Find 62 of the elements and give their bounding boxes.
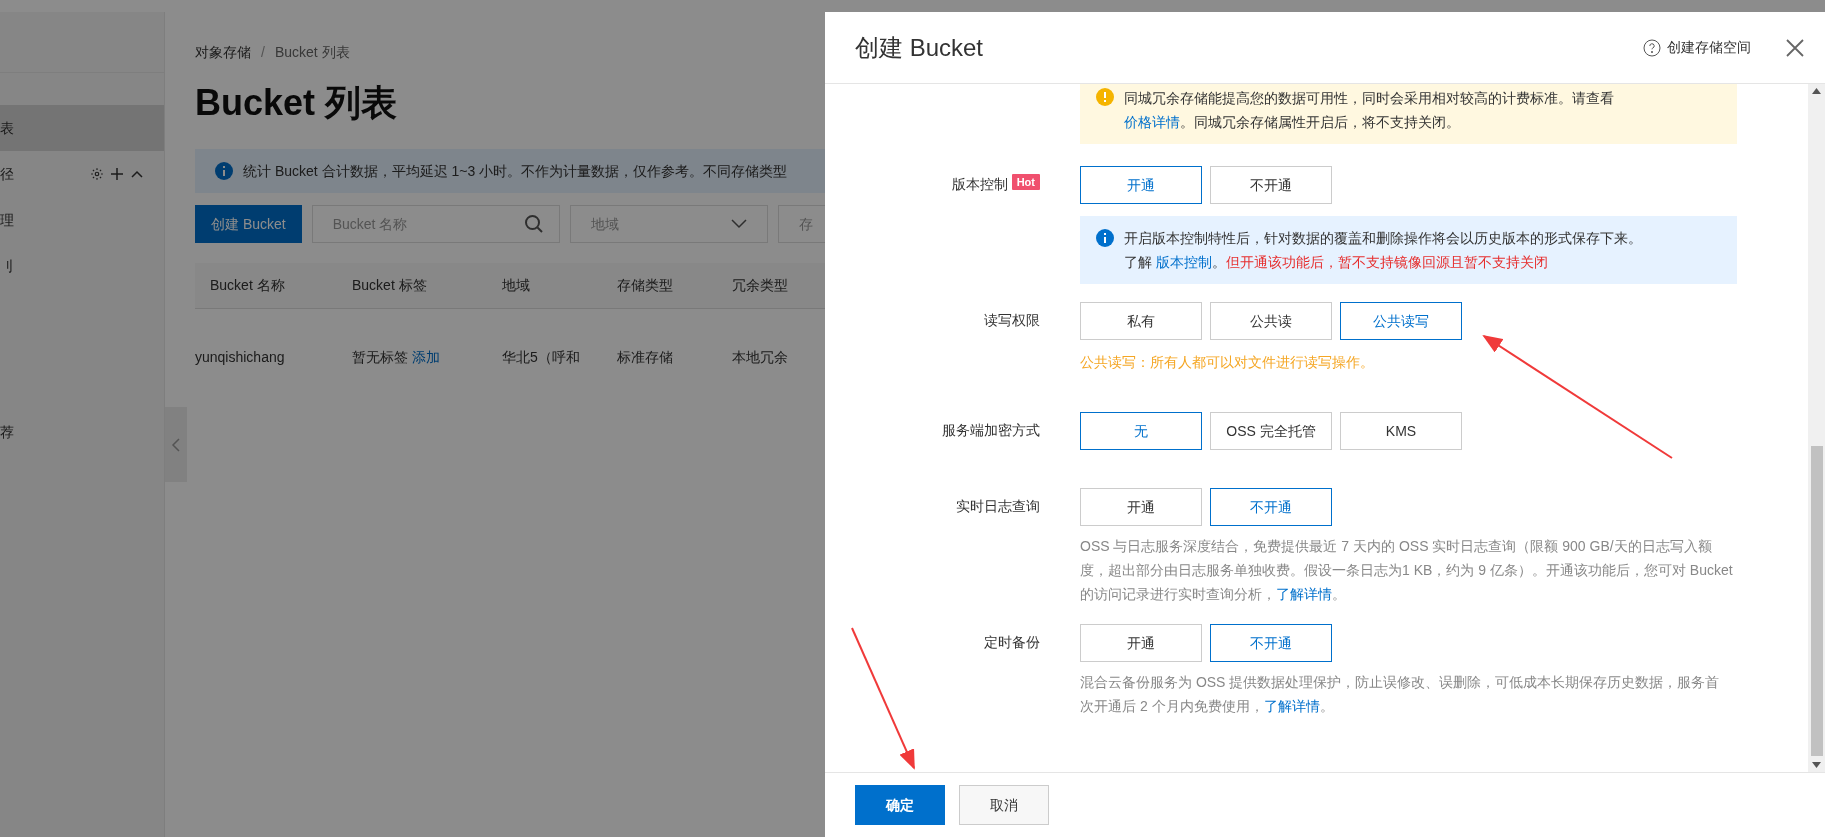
field-label: 实时日志查询 — [956, 497, 1040, 516]
table-cell-text: 本地冗余 — [732, 347, 789, 367]
option-button[interactable]: 不开通 — [1210, 166, 1332, 204]
scroll-down-icon[interactable] — [1812, 762, 1821, 768]
field-label: 版本控制 — [951, 175, 1008, 194]
option-button[interactable]: 开通 — [1080, 488, 1202, 526]
column-header: 地域 — [502, 276, 531, 295]
create-bucket-button[interactable]: 创建 Bucket — [195, 205, 302, 243]
warning-text: 同城冗余存储能提高您的数据可用性，同时会采用相对较高的计费标准。请查看 价格详情。同城冗余存储属性开启后，将不支持关闭。 — [1124, 89, 1614, 132]
description-text: OSS 与日志服务深度结合，免费提供最近 7 天内的 OSS 实时日志查询（限额 900 GB/天的日志写入额度，超出部分由日志服务单独收费。假设一条日志为1 KB，约为 9 亿条）。开通该功能后，您可对 Bucket 的访问记录进行实时查询分析，了解详情。 — [1080, 537, 1734, 604]
option-button[interactable]: 不开通 — [1210, 624, 1332, 662]
option-button[interactable]: 公共读写 — [1340, 302, 1462, 340]
link[interactable]: 版本控制 — [1155, 254, 1212, 270]
help-icon — [1643, 38, 1661, 57]
column-header: 存储类型 — [617, 276, 674, 295]
plus-icon[interactable] — [110, 167, 124, 181]
scroll-up-icon[interactable] — [1812, 88, 1821, 94]
option-button[interactable]: 公共读 — [1210, 302, 1332, 340]
breadcrumb-link[interactable]: 对象存储 — [195, 42, 251, 63]
search-icon[interactable] — [523, 214, 544, 234]
link[interactable]: 了解详情 — [1263, 698, 1320, 714]
chevron-down-icon — [730, 219, 747, 229]
column-header: 冗余类型 — [732, 276, 789, 295]
drawer-title: 创建 Bucket — [855, 32, 984, 63]
table-cell-text: 暂无标签 — [352, 347, 408, 367]
field-label: 读写权限 — [984, 311, 1040, 330]
option-button[interactable]: OSS 完全托管 — [1210, 412, 1332, 450]
breadcrumb-separator: / — [261, 43, 265, 62]
option-button[interactable]: 无 — [1080, 412, 1202, 450]
table-cell-text: yunqishichang — [195, 347, 286, 367]
link[interactable]: 价格详情 — [1124, 114, 1180, 130]
scrollbar[interactable] — [1808, 84, 1825, 772]
column-header: Bucket 名称 — [209, 276, 286, 295]
option-button[interactable]: KMS — [1340, 412, 1462, 450]
hot-badge: Hot — [1011, 174, 1040, 190]
chevron-left-icon — [171, 437, 181, 452]
confirm-button[interactable]: 确定 — [855, 785, 945, 825]
add-tag-link[interactable]: 添加 — [412, 346, 440, 368]
description-text: 混合云备份服务为 OSS 提供数据处理保护，防止误修改、误删除，可低成本长期保存历史数据，服务首次开通后 2 个月内免费使用，了解详情。 — [1080, 673, 1721, 716]
column-header: Bucket 标签 — [352, 276, 428, 295]
option-button[interactable]: 开通 — [1080, 624, 1202, 662]
option-button[interactable]: 开通 — [1080, 166, 1202, 204]
info-icon — [1096, 229, 1114, 247]
warning-icon — [1096, 88, 1114, 106]
breadcrumb-current: Bucket 列表 — [274, 43, 350, 62]
close-icon[interactable] — [1785, 37, 1805, 58]
table-cell-text: 华北5（呼和 — [502, 347, 581, 367]
notice-text: 统计 Bucket 合计数据，平均延迟 1~3 小时。不作为计量数据，仅作参考。不同存储类型 — [243, 161, 788, 181]
option-button[interactable]: 私有 — [1080, 302, 1202, 340]
help-link[interactable]: 创建存储空间 — [1643, 37, 1751, 58]
option-button[interactable]: 不开通 — [1210, 488, 1332, 526]
settings-icon[interactable] — [90, 167, 104, 181]
field-label: 服务端加密方式 — [942, 421, 1040, 440]
field-label: 定时备份 — [984, 633, 1040, 652]
table-cell-text: 标准存储 — [617, 347, 674, 367]
link[interactable]: 了解详情 — [1276, 586, 1332, 602]
page-title: Bucket 列表 — [195, 85, 398, 121]
cancel-button[interactable]: 取消 — [959, 785, 1049, 825]
info-icon — [215, 162, 233, 180]
sidebar-item[interactable]: 表 — [0, 105, 164, 151]
info-text: 开启版本控制特性后，针对数据的覆盖和删除操作将会以历史版本的形式保存下来。 了解 版本控制。但开通该功能后，暂不支持镜像回源且暂不支持关闭 — [1124, 229, 1642, 272]
hint-text: 公共读写：所有人都可以对文件进行读写操作。 — [1080, 353, 1375, 372]
